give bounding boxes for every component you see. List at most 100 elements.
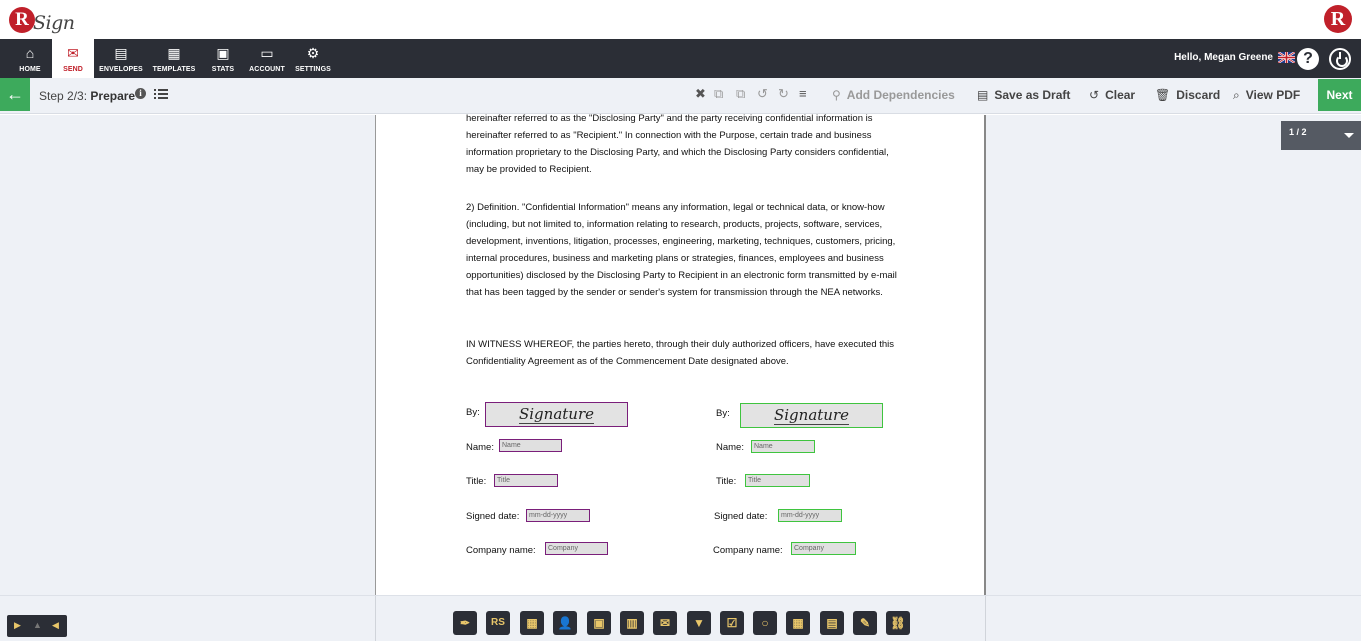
add-dependencies-button[interactable]: ⚲ Add Dependencies xyxy=(832,88,955,102)
home-icon: ⌂ xyxy=(25,45,35,61)
inbox-icon: ▤ xyxy=(114,45,128,61)
step-indicator: Step 2/3: Prepare xyxy=(39,89,135,103)
email-icon[interactable]: ✉ xyxy=(653,611,677,635)
account-icon: ▭ xyxy=(260,45,274,61)
radio-icon[interactable]: ○ xyxy=(753,611,777,635)
building-icon[interactable]: ▥ xyxy=(620,611,644,635)
info-icon[interactable]: i xyxy=(135,88,146,99)
signed-date-label: Signed date: xyxy=(714,511,768,522)
step-name: Prepare xyxy=(90,89,136,103)
up-icon[interactable]: ▲ xyxy=(33,620,42,630)
doc-paragraph-2: 2) Definition. "Confidential Information… xyxy=(466,202,897,298)
nav-label: ACCOUNT xyxy=(249,66,285,73)
divider xyxy=(375,596,376,641)
save-draft-label: Save as Draft xyxy=(994,88,1071,102)
name-field[interactable]: Name xyxy=(751,440,815,453)
signed-date-field[interactable]: mm-dd-yyyy xyxy=(778,509,842,522)
clear-button[interactable]: ↺ Clear xyxy=(1089,88,1135,102)
nav-label: SEND xyxy=(63,66,83,73)
signature-field[interactable]: Signature xyxy=(740,403,883,428)
by-label: By: xyxy=(466,407,480,418)
gear-icon: ⚙ xyxy=(306,45,320,61)
label-icon[interactable]: ✎ xyxy=(853,611,877,635)
nav-templates[interactable]: ▦ TEMPLATES xyxy=(151,39,197,78)
close-icon[interactable]: ✖ xyxy=(695,87,706,101)
list-icon[interactable] xyxy=(154,88,168,100)
panel-controls: ▶ ▲ ◀ xyxy=(7,615,67,637)
save-draft-button[interactable]: ▤ Save as Draft xyxy=(977,88,1070,102)
nav-label: HOME xyxy=(19,66,41,73)
back-button[interactable]: ← xyxy=(0,78,30,111)
next-button[interactable]: Next xyxy=(1318,79,1361,111)
rsign-logo[interactable]: R Sign xyxy=(9,4,75,36)
document-page: hereinafter referred to as the "Disclosi… xyxy=(375,113,986,595)
signature-text: Signature xyxy=(518,405,594,424)
calendar-stamp-icon[interactable]: ▦ xyxy=(520,611,544,635)
person-icon[interactable]: 👤 xyxy=(553,611,577,635)
nav-home[interactable]: ⌂ HOME xyxy=(11,39,49,78)
nav-label: TEMPLATES xyxy=(152,66,196,73)
left-icon[interactable]: ◀ xyxy=(52,620,59,631)
dependency-icon: ⚲ xyxy=(832,88,841,102)
briefcase-icon[interactable]: ▣ xyxy=(587,611,611,635)
help-icon[interactable]: ? xyxy=(1297,48,1319,70)
search-icon: ⌕ xyxy=(1233,88,1240,102)
uk-flag-icon[interactable] xyxy=(1278,52,1295,63)
date-icon[interactable]: ▦ xyxy=(786,611,810,635)
nav-label: ENVELOPES xyxy=(99,66,143,73)
add-dependencies-label: Add Dependencies xyxy=(846,88,955,102)
field-palette-bar xyxy=(0,595,1361,641)
clear-label: Clear xyxy=(1105,88,1136,102)
company-field[interactable]: Company xyxy=(545,542,608,555)
align-icon[interactable]: ≡ xyxy=(799,87,807,101)
company-name-label: Company name: xyxy=(713,545,783,556)
nav-account[interactable]: ▭ ACCOUNT xyxy=(246,39,288,78)
text-icon[interactable]: ▤ xyxy=(820,611,844,635)
play-icon[interactable]: ▶ xyxy=(14,620,21,631)
page-number: 1 / 2 xyxy=(1289,127,1307,137)
page-selector[interactable]: 1 / 2 xyxy=(1281,121,1361,150)
brand-bar: R Sign R xyxy=(0,0,1361,39)
signature-field[interactable]: Signature xyxy=(485,402,628,427)
copy-icon[interactable]: ⧉ xyxy=(714,87,723,101)
nav-send[interactable]: ✉ SEND xyxy=(52,39,94,78)
nav-settings[interactable]: ⚙ SETTINGS xyxy=(294,39,332,78)
company-field[interactable]: Company xyxy=(791,542,856,555)
redo-icon[interactable]: ↻ xyxy=(778,87,789,101)
undo-icon[interactable]: ↺ xyxy=(757,87,768,101)
view-pdf-label: View PDF xyxy=(1245,88,1301,102)
initials-icon[interactable]: RS xyxy=(486,611,510,635)
name-label: Name: xyxy=(716,442,744,453)
template-icon: ▦ xyxy=(167,45,181,61)
dropdown-icon[interactable]: ▼ xyxy=(687,611,711,635)
power-icon[interactable] xyxy=(1329,48,1351,70)
nav-stats[interactable]: ▣ STATS xyxy=(205,39,241,78)
refresh-icon: ↺ xyxy=(1089,88,1100,102)
main-nav: ⌂ HOME ✉ SEND ▤ ENVELOPES ▦ TEMPLATES ▣ … xyxy=(0,39,1361,78)
document-icon: ▤ xyxy=(977,88,989,102)
doc-paragraph-1: hereinafter referred to as the "Disclosi… xyxy=(466,113,889,175)
signed-date-field[interactable]: mm-dd-yyyy xyxy=(526,509,590,522)
logo-text: Sign xyxy=(33,12,75,34)
title-field[interactable]: Title xyxy=(745,474,810,487)
logo-letter: R xyxy=(9,7,35,33)
step-prefix: Step 2/3: xyxy=(39,89,88,103)
link-icon[interactable]: ⛓ xyxy=(886,611,910,635)
discard-button[interactable]: 🗑 Discard xyxy=(1155,88,1220,102)
prepare-toolbar: ← Step 2/3: Prepare i ✖ ⧉ ⧉ ↺ ↻ ≡ ⚲ Add D… xyxy=(0,78,1361,114)
pen-icon[interactable]: ✒ xyxy=(453,611,477,635)
trash-icon: 🗑 xyxy=(1155,88,1171,102)
title-label: Title: xyxy=(716,476,737,487)
briefcase-icon: ▣ xyxy=(216,45,230,61)
divider xyxy=(985,596,986,641)
paste-icon[interactable]: ⧉ xyxy=(736,87,745,101)
discard-label: Discard xyxy=(1176,88,1221,102)
view-pdf-button[interactable]: ⌕ View PDF xyxy=(1233,88,1300,103)
checkbox-icon[interactable]: ☑ xyxy=(720,611,744,635)
doc-paragraph-3: IN WITNESS WHEREOF, the parties hereto, … xyxy=(466,339,895,367)
nav-envelopes[interactable]: ▤ ENVELOPES xyxy=(98,39,144,78)
envelope-icon: ✉ xyxy=(67,45,79,61)
nav-label: STATS xyxy=(211,66,235,73)
title-field[interactable]: Title xyxy=(494,474,558,487)
name-field[interactable]: Name xyxy=(499,439,562,452)
